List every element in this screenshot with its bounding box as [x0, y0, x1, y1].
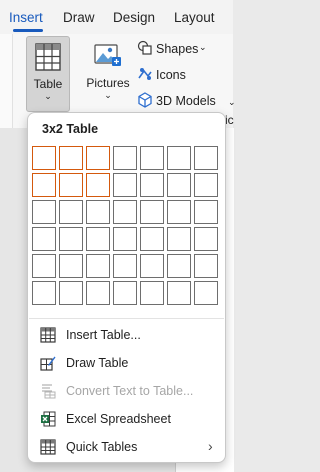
shapes-icon: [137, 40, 152, 55]
grid-cell[interactable]: [32, 254, 56, 278]
chevron-down-icon: ⌄: [228, 97, 236, 107]
grid-cell[interactable]: [32, 227, 56, 251]
grid-cell[interactable]: [194, 227, 218, 251]
grid-cell[interactable]: [167, 146, 191, 170]
pictures-button[interactable]: Pictures ⌄: [83, 36, 133, 110]
chevron-down-icon: ⌄: [104, 90, 112, 100]
draw-table-icon: [40, 356, 56, 371]
chevron-down-icon: ⌄: [44, 91, 52, 101]
table-dropdown-menu: 3x2 Table Insert Table... Draw Table Con…: [27, 112, 226, 463]
grid-cell[interactable]: [59, 173, 83, 197]
grid-cell[interactable]: [167, 227, 191, 251]
grid-cell[interactable]: [194, 200, 218, 224]
grid-cell[interactable]: [59, 227, 83, 251]
table-button[interactable]: Table ⌄: [26, 36, 70, 112]
3d-models-label: 3D Models: [156, 94, 216, 108]
grid-cell[interactable]: [194, 281, 218, 305]
grid-cell[interactable]: [59, 254, 83, 278]
grid-cell[interactable]: [59, 200, 83, 224]
chevron-right-icon: ›: [208, 438, 213, 454]
grid-cell[interactable]: [194, 254, 218, 278]
grid-cell[interactable]: [140, 173, 164, 197]
chevron-down-icon: ⌄: [199, 42, 207, 52]
icons-button[interactable]: Icons: [137, 65, 207, 85]
icons-label: Icons: [156, 68, 186, 82]
grid-cell[interactable]: [32, 200, 56, 224]
grid-cell[interactable]: [113, 254, 137, 278]
convert-text-icon: [42, 384, 56, 399]
grid-cell[interactable]: [32, 146, 56, 170]
tab-insert[interactable]: Insert: [9, 10, 43, 25]
grid-size-label: 3x2 Table: [42, 122, 99, 136]
ribbon: Insert Draw Design Layout Table ⌄ Pictur…: [0, 0, 236, 128]
tab-draw[interactable]: Draw: [63, 10, 95, 25]
grid-cell[interactable]: [194, 173, 218, 197]
icons-icon: [138, 68, 152, 80]
grid-cell[interactable]: [59, 281, 83, 305]
convert-text-label: Convert Text to Table...: [66, 384, 194, 398]
draw-table-item[interactable]: Draw Table: [28, 349, 225, 377]
insert-table-label: Insert Table...: [66, 328, 141, 342]
quick-tables-label: Quick Tables: [66, 440, 138, 454]
grid-cell[interactable]: [140, 200, 164, 224]
table-button-label: Table: [33, 77, 63, 91]
insert-table-icon: [40, 327, 56, 343]
grid-cell[interactable]: [86, 254, 110, 278]
convert-text-to-table-item[interactable]: Convert Text to Table...: [28, 377, 225, 405]
grid-cell[interactable]: [140, 146, 164, 170]
grid-cell[interactable]: [59, 146, 83, 170]
grid-cell[interactable]: [86, 200, 110, 224]
grid-cell[interactable]: [167, 173, 191, 197]
grid-cell[interactable]: [86, 281, 110, 305]
active-tab-indicator: [13, 29, 43, 32]
grid-cell[interactable]: [140, 254, 164, 278]
grid-cell[interactable]: [140, 227, 164, 251]
excel-icon: [41, 411, 56, 427]
grid-cell[interactable]: [167, 200, 191, 224]
grid-cell[interactable]: [113, 200, 137, 224]
grid-cell[interactable]: [140, 281, 164, 305]
draw-table-label: Draw Table: [66, 356, 129, 370]
shapes-button[interactable]: Shapes ⌄: [137, 39, 227, 59]
tab-design[interactable]: Design: [113, 10, 155, 25]
grid-cell[interactable]: [86, 173, 110, 197]
cube-icon: [138, 92, 152, 108]
ribbon-tab-bar: Insert Draw Design Layout: [0, 0, 233, 34]
3d-models-button[interactable]: 3D Models: [137, 91, 227, 111]
shapes-label: Shapes: [156, 42, 199, 56]
menu-divider: [29, 318, 224, 319]
grid-cell[interactable]: [113, 281, 137, 305]
pictures-button-label: Pictures: [86, 76, 130, 90]
grid-cell[interactable]: [113, 173, 137, 197]
insert-table-item[interactable]: Insert Table...: [28, 321, 225, 349]
cutoff-ribbon-text: ic: [225, 113, 234, 127]
grid-cell[interactable]: [194, 146, 218, 170]
grid-cell[interactable]: [86, 227, 110, 251]
grid-cell[interactable]: [167, 281, 191, 305]
grid-cell[interactable]: [113, 227, 137, 251]
tab-layout[interactable]: Layout: [174, 10, 215, 25]
quick-tables-item[interactable]: Quick Tables ›: [28, 433, 225, 461]
grid-cell[interactable]: [86, 146, 110, 170]
grid-cell[interactable]: [113, 146, 137, 170]
excel-spreadsheet-item[interactable]: Excel Spreadsheet: [28, 405, 225, 433]
table-icon: [35, 43, 61, 71]
ribbon-left-edge: [0, 34, 13, 128]
grid-cell[interactable]: [32, 173, 56, 197]
excel-spreadsheet-label: Excel Spreadsheet: [66, 412, 171, 426]
grid-cell[interactable]: [32, 281, 56, 305]
grid-cell[interactable]: [167, 254, 191, 278]
pictures-icon: [94, 44, 121, 66]
quick-tables-icon: [40, 439, 56, 455]
